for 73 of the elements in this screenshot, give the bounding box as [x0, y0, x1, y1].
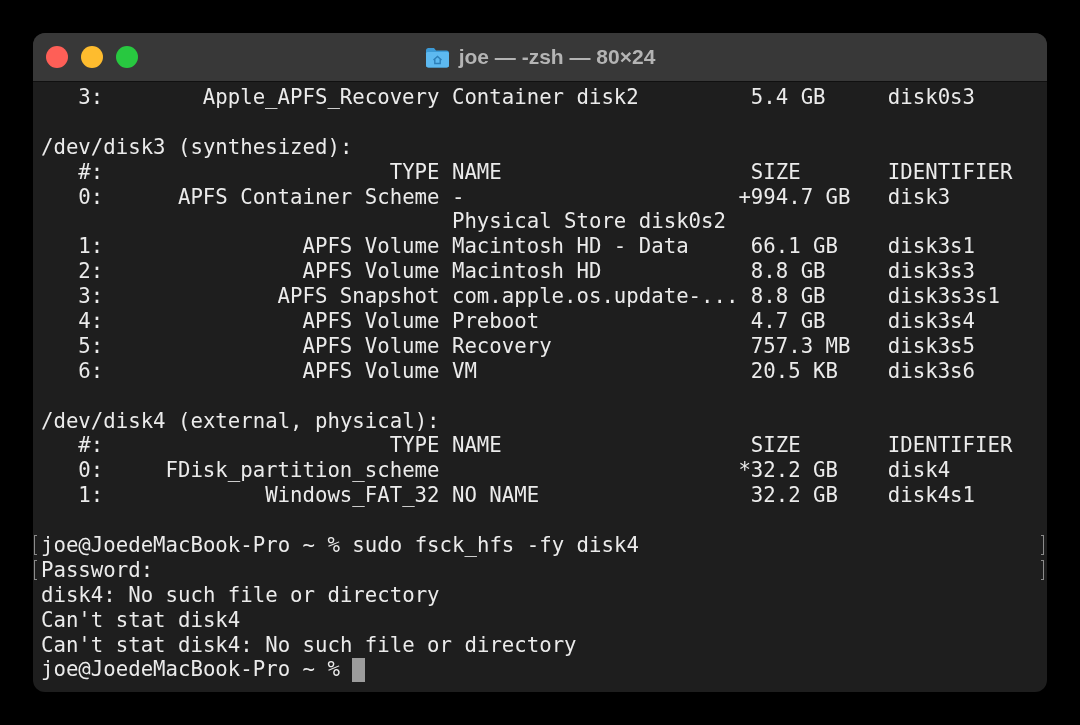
partition-index: 4: [78, 309, 104, 334]
command-line: joe@JoedeMacBook-Pro ~ % sudo fsck_hfs -fy disk4 [41, 533, 639, 558]
partition-size: 5.4 GB [750, 85, 826, 110]
partition-type: FDisk_partition_scheme [165, 458, 440, 484]
partition-identifier: disk4s1 [887, 483, 975, 509]
partition-identifier: disk3s1 [887, 234, 975, 260]
partition-size: 8.8 GB [750, 284, 826, 309]
column-header: #: [78, 159, 104, 185]
column-header: SIZE [750, 433, 801, 459]
partition-size: 4.7 GB [750, 309, 826, 334]
partition-name: Macintosh HD [451, 259, 602, 285]
output-line: /dev/disk4 (external, physical): [41, 408, 440, 434]
partition-index: 2: [78, 259, 104, 285]
zoom-button[interactable] [116, 46, 138, 68]
partition-name: Recovery [451, 333, 552, 359]
partition-type: APFS Volume [302, 234, 440, 260]
column-header: TYPE [389, 433, 440, 459]
partition-index: 5: [78, 333, 104, 359]
column-header: #: [78, 433, 104, 459]
partition-name: Preboot [451, 309, 540, 334]
partition-identifier: disk3s3 [887, 259, 975, 285]
partition-name: NO NAME [451, 483, 540, 509]
column-header: NAME [451, 433, 502, 459]
output-line: Can't stat disk4 [41, 607, 241, 633]
partition-size: 757.3 MB [750, 333, 851, 359]
partition-name: - [451, 184, 465, 210]
output-line: /dev/disk3 (synthesized): [41, 134, 353, 160]
partition-size: 32.2 GB [750, 483, 838, 509]
column-header: TYPE [389, 159, 440, 185]
partition-identifier: disk3s3s1 [887, 284, 1000, 309]
column-header: IDENTIFIER [887, 159, 1013, 185]
partition-index: 1: [78, 483, 104, 509]
partition-index: 3: [78, 284, 104, 309]
partition-name: Macintosh HD - Data [451, 234, 689, 260]
partition-identifier: disk3 [887, 184, 951, 210]
partition-size: 66.1 GB [750, 234, 838, 260]
partition-index: 0: [78, 458, 104, 484]
partition-type: APFS Volume [302, 333, 440, 359]
partition-name: Physical Store disk0s2 [451, 209, 726, 235]
partition-type: Apple_APFS_Recovery [202, 85, 440, 110]
output-line: disk4: No such file or directory [41, 582, 440, 608]
partition-size: 20.5 KB [750, 358, 838, 384]
partition-identifier: disk3s4 [887, 309, 975, 334]
home-folder-icon [424, 46, 450, 68]
partition-type: APFS Snapshot [277, 284, 440, 309]
output-line: Can't stat disk4: No such file or directory [41, 632, 577, 658]
partition-identifier: disk3s6 [887, 358, 975, 384]
partition-size: +994.7 GB [738, 184, 851, 210]
partition-type: Windows_FAT_32 [265, 483, 440, 509]
column-header: NAME [451, 159, 502, 185]
partition-name: Container disk2 [451, 85, 639, 110]
partition-index: 0: [78, 184, 104, 210]
output-line: Password: [41, 557, 154, 583]
partition-identifier: disk4 [887, 458, 951, 484]
partition-type: APFS Container Scheme [177, 184, 440, 210]
partition-size: *32.2 GB [738, 458, 838, 484]
partition-index: 3: [78, 85, 104, 110]
partition-identifier: disk3s5 [887, 333, 975, 359]
partition-index: 1: [78, 234, 104, 260]
partition-type: APFS Volume [302, 358, 440, 384]
column-header: IDENTIFIER [887, 433, 1013, 459]
partition-type: APFS Volume [302, 309, 440, 334]
close-button[interactable] [46, 46, 68, 68]
column-header: SIZE [750, 159, 801, 185]
partition-type: APFS Volume [302, 259, 440, 285]
minimize-button[interactable] [81, 46, 103, 68]
partition-index: 6: [78, 358, 104, 384]
partition-identifier: disk0s3 [887, 85, 975, 110]
partition-name: com.apple.os.update-... [451, 284, 739, 309]
command-line: joe@JoedeMacBook-Pro ~ % [41, 657, 340, 683]
window-title: joe — -zsh — 80×24 [458, 45, 656, 69]
partition-size: 8.8 GB [750, 259, 826, 285]
partition-name: VM [451, 358, 477, 384]
